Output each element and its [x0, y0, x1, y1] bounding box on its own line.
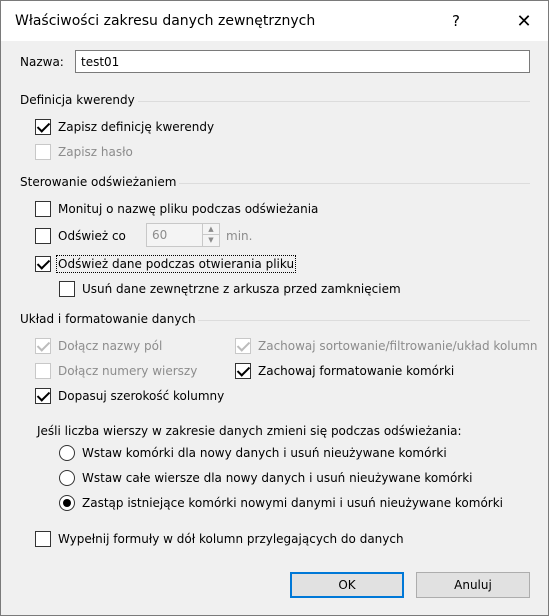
remove-external-data-checkbox[interactable] — [59, 281, 75, 297]
radio-insert-rows-label[interactable]: Wstaw całe wiersze dla nowy danych i usu… — [82, 471, 473, 485]
radio-overwrite-cells[interactable] — [59, 495, 75, 511]
prompt-filename-checkbox[interactable] — [35, 201, 51, 217]
rows-change-question: Jeśli liczba wierszy w zakresie danych z… — [37, 424, 462, 438]
prompt-filename-label[interactable]: Monituj o nazwę pliku podczas odświeżani… — [58, 202, 318, 216]
refresh-interval-value: 60 — [152, 228, 168, 242]
include-row-numbers-label[interactable]: Dołącz numery wierszy — [58, 364, 197, 378]
close-button[interactable]: ✕ — [501, 1, 547, 41]
fill-formulas-checkbox[interactable] — [35, 531, 51, 547]
save-query-label[interactable]: Zapisz definicję kwerendy — [58, 120, 214, 134]
save-password-checkbox[interactable] — [35, 144, 51, 160]
spinner-up-icon[interactable]: ▲ — [202, 224, 219, 235]
group-title-query-definition: Definicja kwerendy — [20, 93, 135, 107]
include-field-names-checkbox[interactable] — [35, 338, 51, 354]
group-divider — [138, 101, 530, 102]
fill-formulas-label[interactable]: Wypełnij formuły w dół kolumn przylegają… — [58, 532, 404, 546]
refresh-on-open-label[interactable]: Odśwież dane podczas otwierania pliku — [55, 255, 297, 273]
group-divider — [198, 320, 530, 321]
group-title-refresh-control: Sterowanie odświeżaniem — [20, 175, 177, 189]
save-query-checkbox[interactable] — [35, 119, 51, 135]
keep-sort-filter-layout-label[interactable]: Zachowaj sortowanie/filtrowanie/układ ko… — [258, 339, 538, 353]
remove-external-data-label[interactable]: Usuń dane zewnętrzne z arkusza przed zam… — [82, 282, 401, 296]
include-row-numbers-checkbox[interactable] — [35, 363, 51, 379]
group-divider — [179, 183, 530, 184]
dialog-title: Właściwości zakresu danych zewnętrznych — [15, 13, 316, 29]
adjust-column-width-label[interactable]: Dopasuj szerokość kolumny — [58, 389, 224, 403]
radio-insert-cells[interactable] — [59, 445, 75, 461]
name-label: Nazwa: — [20, 55, 64, 69]
title-bar: Właściwości zakresu danych zewnętrznych … — [1, 1, 548, 41]
refresh-interval-spinner[interactable]: 60 ▲ ▼ — [146, 223, 220, 247]
save-password-label[interactable]: Zapisz hasło — [58, 145, 133, 159]
dialog-window: Właściwości zakresu danych zewnętrznych … — [0, 0, 549, 616]
radio-insert-rows[interactable] — [59, 470, 75, 486]
ok-button[interactable]: OK — [290, 572, 404, 598]
radio-insert-cells-label[interactable]: Wstaw komórki dla nowy danych i usuń nie… — [82, 446, 447, 460]
refresh-on-open-checkbox[interactable] — [35, 256, 51, 272]
keep-cell-format-label[interactable]: Zachowaj formatowanie komórki — [258, 364, 454, 378]
keep-cell-format-checkbox[interactable] — [235, 363, 251, 379]
close-icon: ✕ — [516, 10, 532, 32]
adjust-column-width-checkbox[interactable] — [35, 388, 51, 404]
cancel-button[interactable]: Anuluj — [416, 572, 530, 598]
spinner-down-icon[interactable]: ▼ — [202, 235, 219, 246]
keep-sort-filter-layout-checkbox[interactable] — [235, 338, 251, 354]
radio-overwrite-cells-label[interactable]: Zastąp istniejące komórki nowymi danymi … — [82, 496, 503, 510]
include-field-names-label[interactable]: Dołącz nazwy pól — [58, 339, 162, 353]
group-title-layout: Układ i formatowanie danych — [20, 312, 196, 326]
refresh-interval-unit: min. — [226, 229, 253, 243]
refresh-every-label[interactable]: Odśwież co — [58, 229, 126, 243]
name-input[interactable] — [75, 50, 530, 73]
refresh-every-checkbox[interactable] — [35, 228, 51, 244]
help-button[interactable]: ? — [433, 1, 479, 41]
help-icon: ? — [452, 12, 460, 30]
